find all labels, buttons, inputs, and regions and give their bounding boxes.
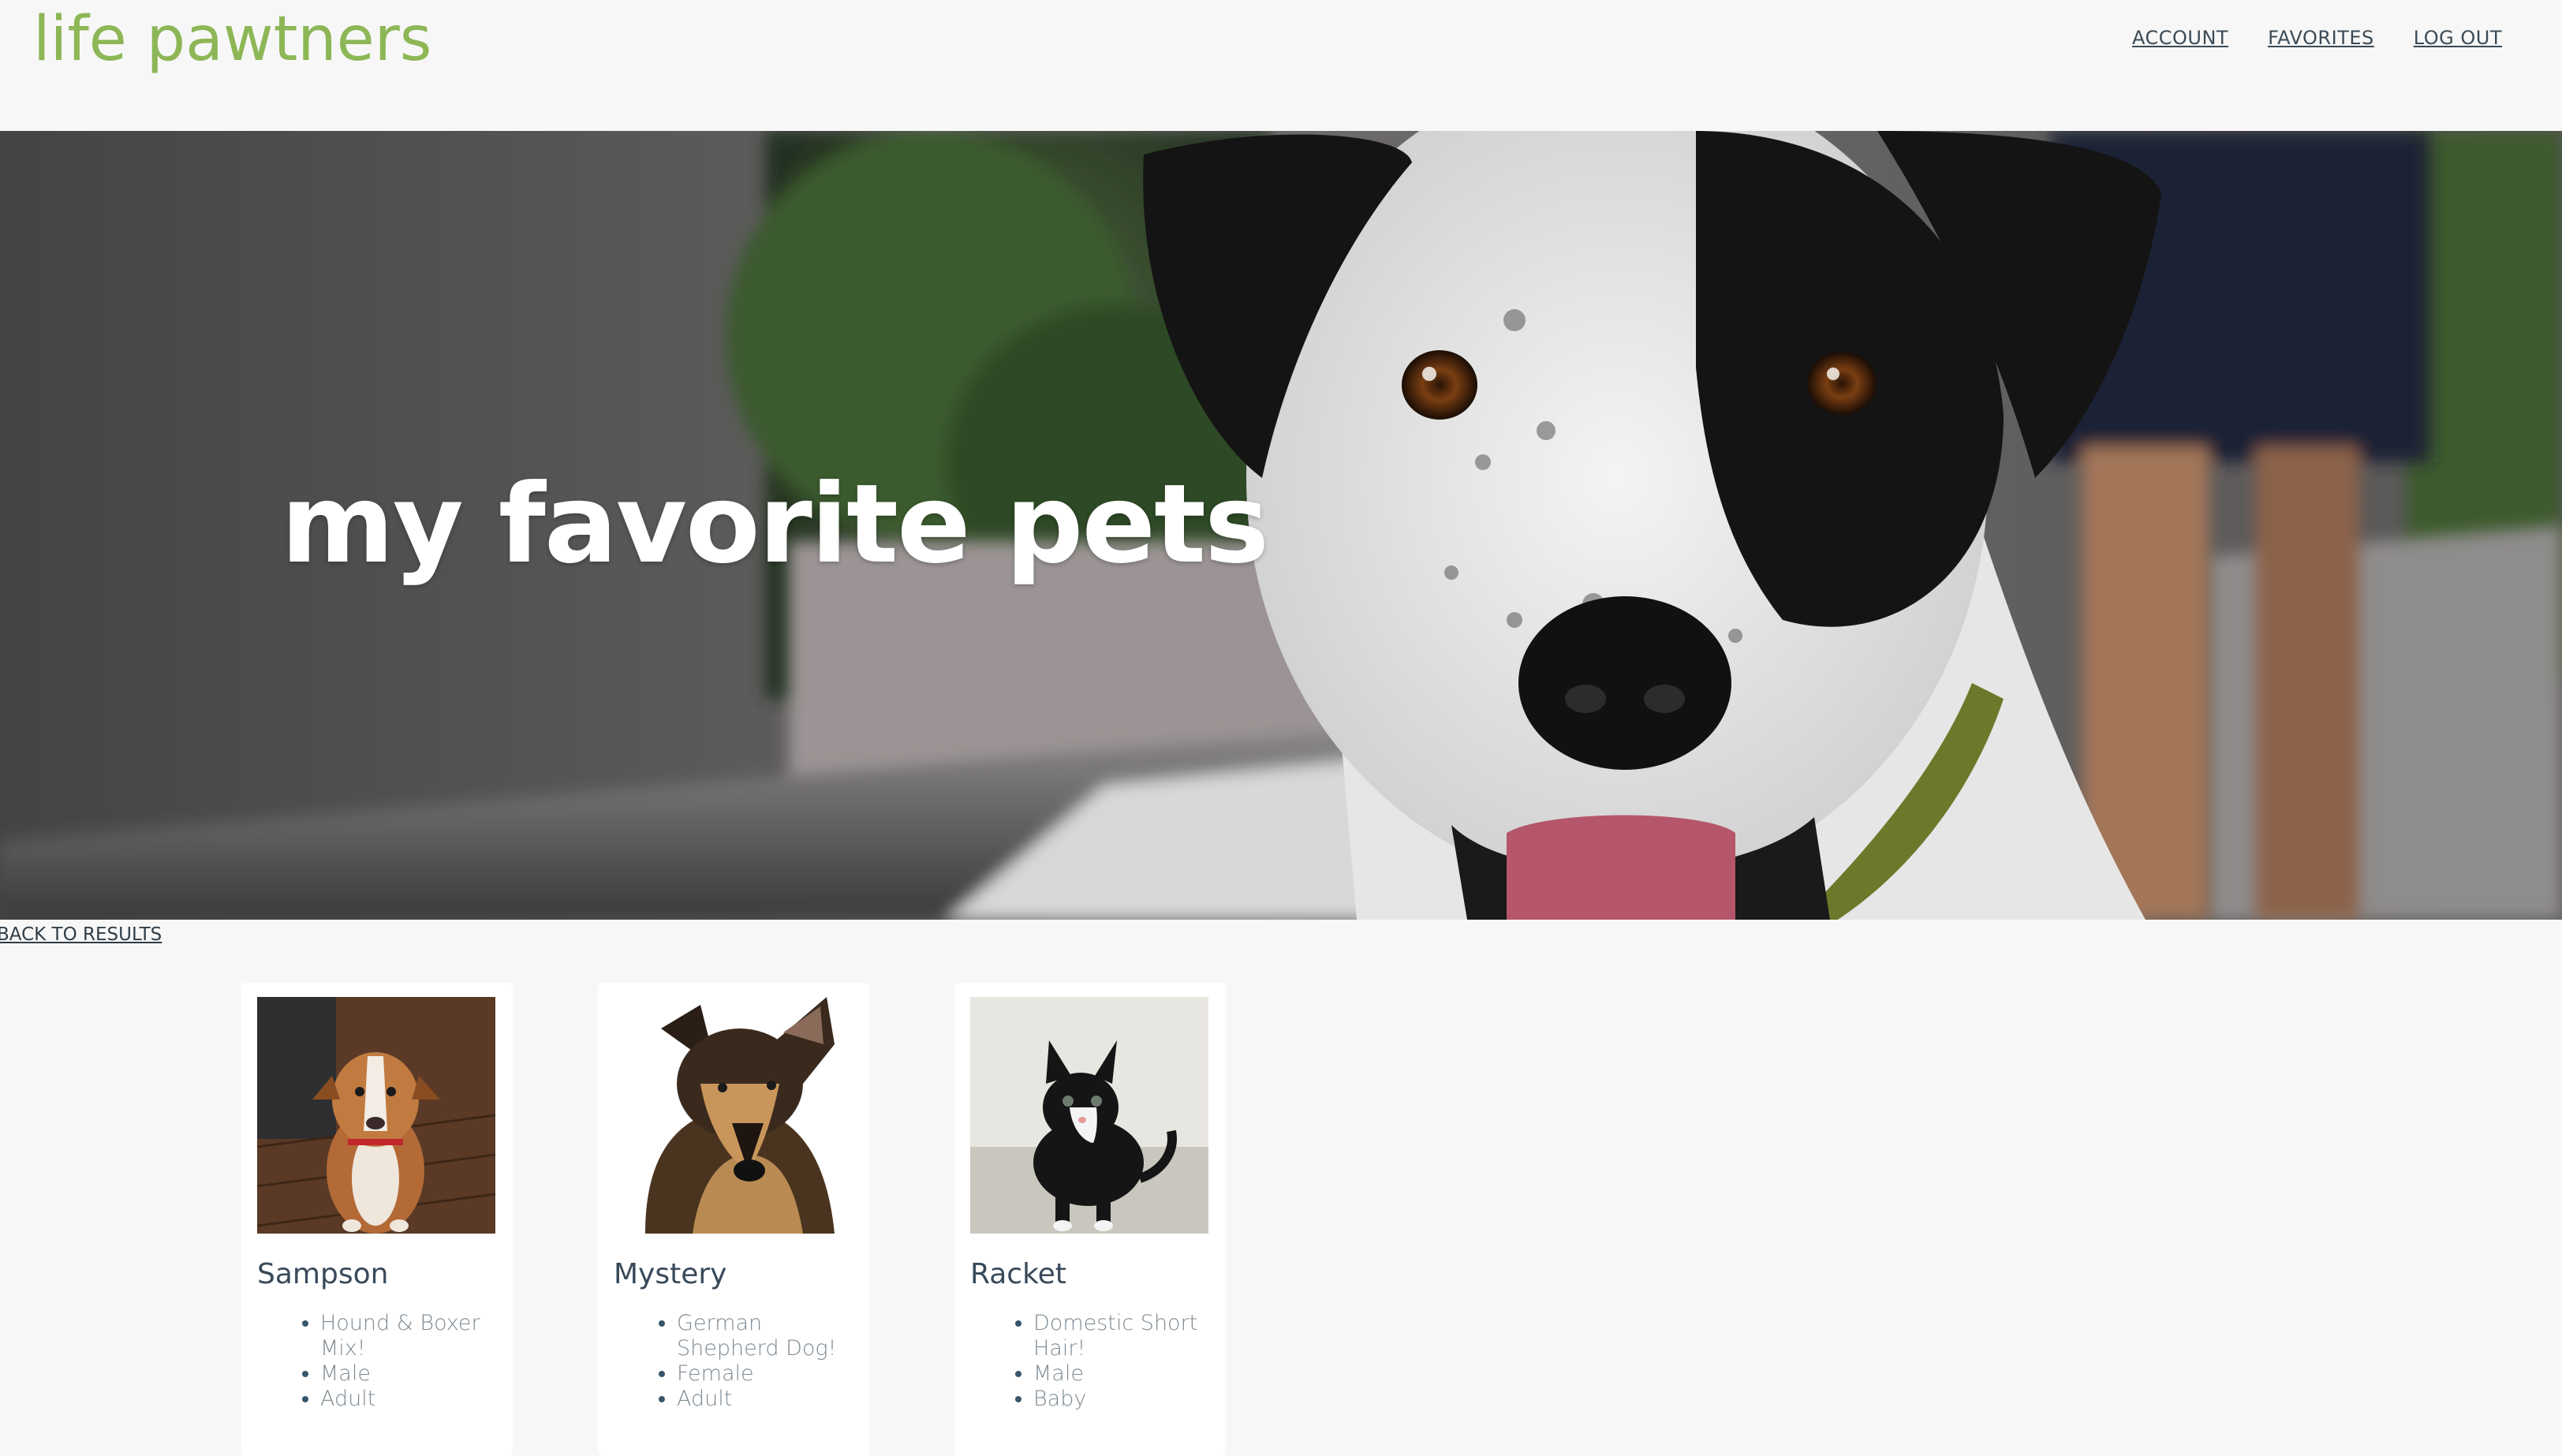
pet-name[interactable]: Sampson (257, 1257, 497, 1292)
top-nav: ACCOUNT FAVORITES LOG OUT (2132, 27, 2502, 49)
pet-photo-mystery[interactable] (614, 997, 852, 1234)
favorite-pets-grid: Sampson Hound & Boxer Mix! Male Adult My… (241, 983, 1226, 1456)
pet-card[interactable]: Mystery German Shepherd Dog! Female Adul… (598, 983, 869, 1456)
pet-gender: Female (677, 1361, 853, 1387)
pet-card[interactable]: Sampson Hound & Boxer Mix! Male Adult (241, 983, 513, 1456)
pet-breed: Hound & Boxer Mix! (320, 1311, 497, 1361)
pet-age: Adult (677, 1387, 853, 1412)
pet-card[interactable]: Racket Domestic Short Hair! Male Baby (954, 983, 1226, 1456)
pet-facts-list: Domestic Short Hair! Male Baby (970, 1311, 1210, 1412)
pet-age: Adult (320, 1387, 497, 1412)
pet-breed: Domestic Short Hair! (1033, 1311, 1210, 1361)
pet-facts-list: Hound & Boxer Mix! Male Adult (257, 1311, 497, 1412)
pet-photo-sampson[interactable] (257, 997, 495, 1234)
pet-name[interactable]: Mystery (614, 1257, 853, 1292)
pet-gender: Male (320, 1361, 497, 1387)
nav-account-link[interactable]: ACCOUNT (2132, 27, 2228, 49)
pet-age: Baby (1033, 1387, 1210, 1412)
back-to-results-link[interactable]: BACK TO RESULTS (0, 924, 162, 945)
brand-logo-link[interactable]: life pawtners (33, 0, 431, 79)
hero-banner: my favorite pets (0, 131, 2562, 920)
hero-title: my favorite pets (281, 461, 1269, 588)
nav-favorites-link[interactable]: FAVORITES (2268, 27, 2374, 49)
pet-facts-list: German Shepherd Dog! Female Adult (614, 1311, 853, 1412)
nav-logout-link[interactable]: LOG OUT (2414, 27, 2502, 49)
pet-gender: Male (1033, 1361, 1210, 1387)
pet-breed: German Shepherd Dog! (677, 1311, 853, 1361)
pet-name[interactable]: Racket (970, 1257, 1210, 1292)
pet-photo-racket[interactable] (970, 997, 1208, 1234)
site-header: life pawtners ACCOUNT FAVORITES LOG OUT (0, 0, 2562, 131)
